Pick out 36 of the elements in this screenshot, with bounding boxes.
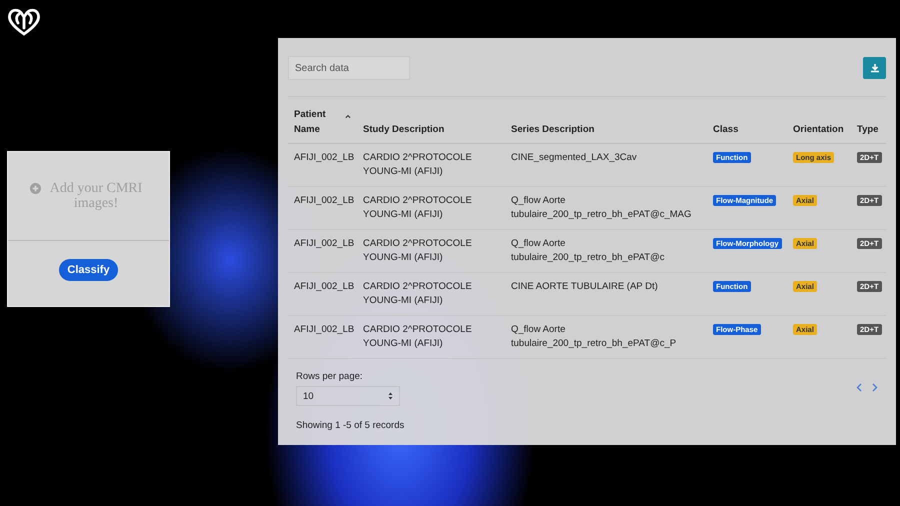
table-cell: CARDIO 2^PROTOCOLE YOUNG-MI (AFIJI)	[363, 324, 472, 349]
table-cell: CINE_segmented_LAX_3Cav	[511, 152, 637, 163]
table-cell: CINE AORTE TUBULAIRE (AP Dt)	[511, 281, 658, 292]
download-icon	[870, 63, 880, 73]
download-button[interactable]	[863, 57, 886, 79]
table-cell: CARDIO 2^PROTOCOLE YOUNG-MI (AFIJI)	[363, 281, 472, 306]
column-header[interactable]: Series Description	[511, 122, 701, 137]
rows-per-page-select[interactable]: 10	[296, 386, 400, 406]
column-header[interactable]: Study Description	[363, 122, 499, 137]
next-page-button[interactable]	[872, 383, 878, 392]
heart-logo-icon	[7, 8, 41, 36]
sort-caret-icon	[345, 114, 351, 119]
table-cell: CARDIO 2^PROTOCOLE YOUNG-MI (AFIJI)	[363, 195, 472, 220]
table-cell: CARDIO 2^PROTOCOLE YOUNG-MI (AFIJI)	[363, 238, 472, 263]
table-cell: Q_flow Aorte tubulaire_200_tp_retro_bh_ePAT@c_MAG	[511, 195, 692, 220]
table-cell: AFIJI_002_LB	[294, 152, 354, 163]
table-cell: AFIJI_002_LB	[294, 195, 354, 206]
search-field[interactable]: Search data	[288, 56, 410, 80]
chevron-right-icon	[872, 383, 878, 392]
plus-circle-icon	[30, 183, 40, 194]
column-header[interactable]: Patient Name	[294, 107, 351, 137]
column-header[interactable]: Orientation	[793, 122, 845, 137]
table-cell: CARDIO 2^PROTOCOLE YOUNG-MI (AFIJI)	[363, 152, 472, 177]
table-cell: AFIJI_002_LB	[294, 238, 354, 249]
chevron-left-icon	[856, 383, 862, 392]
previous-page-button[interactable]	[856, 383, 862, 392]
table-cell: AFIJI_002_LB	[294, 324, 354, 335]
table-cell: AFIJI_002_LB	[294, 281, 354, 292]
column-header[interactable]: Type	[857, 122, 880, 137]
table-cell: Q_flow Aorte tubulaire_200_tp_retro_bh_ePAT@c	[511, 238, 664, 263]
rows-per-page-label: Rows per page:	[296, 371, 364, 382]
column-header[interactable]: Class	[713, 122, 781, 137]
table-cell: Q_flow Aorte tubulaire_200_tp_retro_bh_ePAT@c_P	[511, 324, 676, 349]
records-summary: Showing 1 -5 of 5 records	[296, 420, 404, 431]
updown-arrows-icon	[388, 392, 393, 400]
classify-button[interactable]: Classify	[59, 259, 118, 281]
